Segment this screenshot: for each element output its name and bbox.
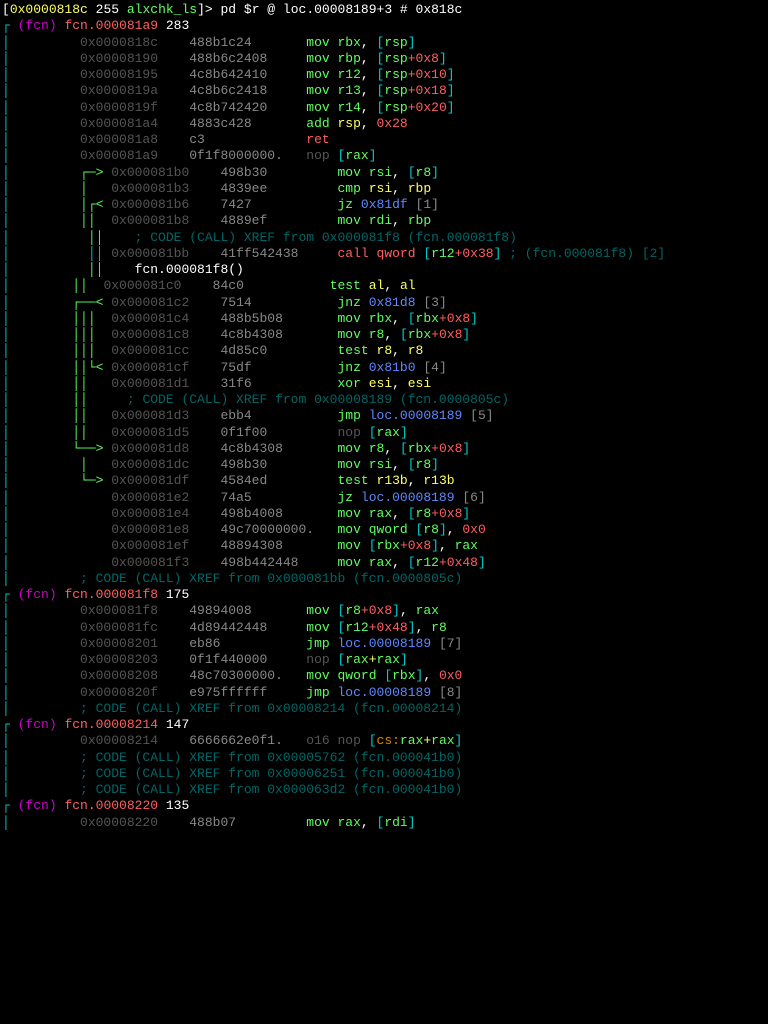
asm-line: │ 0x00008220 488b07 mov rax, [rdi] bbox=[2, 815, 766, 831]
asm-line: │ ││ 0x000081b8 4889ef mov rdi, rbp bbox=[2, 213, 766, 229]
asm-line: │ 0x000081a9 0f1f8000000. nop [rax] bbox=[2, 148, 766, 164]
asm-line: │ 0x000081fc 4d89442448 mov [r12+0x48], … bbox=[2, 620, 766, 636]
asm-line: │ │││ 0x000081c4 488b5b08 mov rbx, [rbx+… bbox=[2, 311, 766, 327]
asm-line: │ 0x00008190 488b6c2408 mov rbp, [rsp+0x… bbox=[2, 51, 766, 67]
asm-line: │ ││└< 0x000081cf 75df jnz 0x81b0 [4] bbox=[2, 360, 766, 376]
function-header: ┌ (fcn) fcn.000081a9 283 bbox=[2, 18, 766, 34]
function-header: ┌ (fcn) fcn.00008214 147 bbox=[2, 717, 766, 733]
asm-line: │ └─> 0x000081df 4584ed test r13b, r13b bbox=[2, 473, 766, 489]
function-header: ┌ (fcn) fcn.000081f8 175 bbox=[2, 587, 766, 603]
asm-line: │ 0x000081e2 74a5 jz loc.00008189 [6] bbox=[2, 490, 766, 506]
asm-line: │ 0x00008195 4c8b642410 mov r12, [rsp+0x… bbox=[2, 67, 766, 83]
asm-line: │ │││ 0x000081c8 4c8b4308 mov r8, [rbx+0… bbox=[2, 327, 766, 343]
function-header: ┌ (fcn) fcn.00008220 135 bbox=[2, 798, 766, 814]
asm-line: │ 0x000081f3 498b442448 mov rax, [r12+0x… bbox=[2, 555, 766, 571]
asm-line: │ ┌──< 0x000081c2 7514 jnz 0x81d8 [3] bbox=[2, 295, 766, 311]
asm-line: │ ┌─> 0x000081b0 498b30 mov rsi, [r8] bbox=[2, 165, 766, 181]
xref-comment: │ ; CODE (CALL) XREF from 0x000081bb (fc… bbox=[2, 571, 766, 587]
asm-line: │ ││ 0x000081d3 ebb4 jmp loc.00008189 [5… bbox=[2, 408, 766, 424]
xref-comment: │ ; CODE (CALL) XREF from 0x00006251 (fc… bbox=[2, 766, 766, 782]
fcn-label: │ ││ fcn.000081f8() bbox=[2, 262, 766, 278]
xref-comment: │ ; CODE (CALL) XREF from 0x00008214 (fc… bbox=[2, 701, 766, 717]
asm-line: │ 0x000081ef 48894308 mov [rbx+0x8], rax bbox=[2, 538, 766, 554]
asm-line: │ 0x00008203 0f1f440000 nop [rax+rax] bbox=[2, 652, 766, 668]
asm-line: │ │ 0x000081b3 4839ee cmp rsi, rbp bbox=[2, 181, 766, 197]
asm-line: │ 0x00008201 eb86 jmp loc.00008189 [7] bbox=[2, 636, 766, 652]
asm-line: │ 0x0000818c 488b1c24 mov rbx, [rsp] bbox=[2, 35, 766, 51]
asm-line: │ 0x000081a4 4883c428 add rsp, 0x28 bbox=[2, 116, 766, 132]
asm-line: │ 0x000081e4 498b4008 mov rax, [r8+0x8] bbox=[2, 506, 766, 522]
xref-comment: │ ; CODE (CALL) XREF from 0x000063d2 (fc… bbox=[2, 782, 766, 798]
xref-comment: │ ; CODE (CALL) XREF from 0x00005762 (fc… bbox=[2, 750, 766, 766]
asm-line: │ 0x0000819a 4c8b6c2418 mov r13, [rsp+0x… bbox=[2, 83, 766, 99]
asm-line: │ ││ 0x000081d5 0f1f00 nop [rax] bbox=[2, 425, 766, 441]
asm-line: │ │││ 0x000081cc 4d85c0 test r8, r8 bbox=[2, 343, 766, 359]
asm-line: │ 0x0000819f 4c8b742420 mov r14, [rsp+0x… bbox=[2, 100, 766, 116]
asm-line: │ 0x000081a8 c3 ret bbox=[2, 132, 766, 148]
asm-line: │ 0x000081f8 49894008 mov [r8+0x8], rax bbox=[2, 603, 766, 619]
asm-line: │ ││ 0x000081d1 31f6 xor esi, esi bbox=[2, 376, 766, 392]
xref-comment: │ ││ ; CODE (CALL) XREF from 0x000081f8 … bbox=[2, 230, 766, 246]
asm-line: │ 0x000081e8 49c70000000. mov qword [r8]… bbox=[2, 522, 766, 538]
asm-line: │ │ 0x000081dc 498b30 mov rsi, [r8] bbox=[2, 457, 766, 473]
asm-line: │ └──> 0x000081d8 4c8b4308 mov r8, [rbx+… bbox=[2, 441, 766, 457]
asm-line: │ ││ 0x000081bb 41ff542438 call qword [r… bbox=[2, 246, 766, 262]
xref-comment: │ ││ ; CODE (CALL) XREF from 0x00008189 … bbox=[2, 392, 766, 408]
asm-line: │ 0x0000820f e975ffffff jmp loc.00008189… bbox=[2, 685, 766, 701]
asm-line: │ 0x00008208 48c70300000. mov qword [rbx… bbox=[2, 668, 766, 684]
asm-line: │ │┌< 0x000081b6 7427 jz 0x81df [1] bbox=[2, 197, 766, 213]
disassembly-output: [0x0000818c 255 alxchk_ls]> pd $r @ loc.… bbox=[2, 2, 766, 831]
asm-line: │ 0x00008214 6666662e0f1. o16 nop [cs:ra… bbox=[2, 733, 766, 749]
asm-line: │ ││ 0x000081c0 84c0 test al, al bbox=[2, 278, 766, 294]
prompt-line[interactable]: [0x0000818c 255 alxchk_ls]> pd $r @ loc.… bbox=[2, 2, 766, 18]
